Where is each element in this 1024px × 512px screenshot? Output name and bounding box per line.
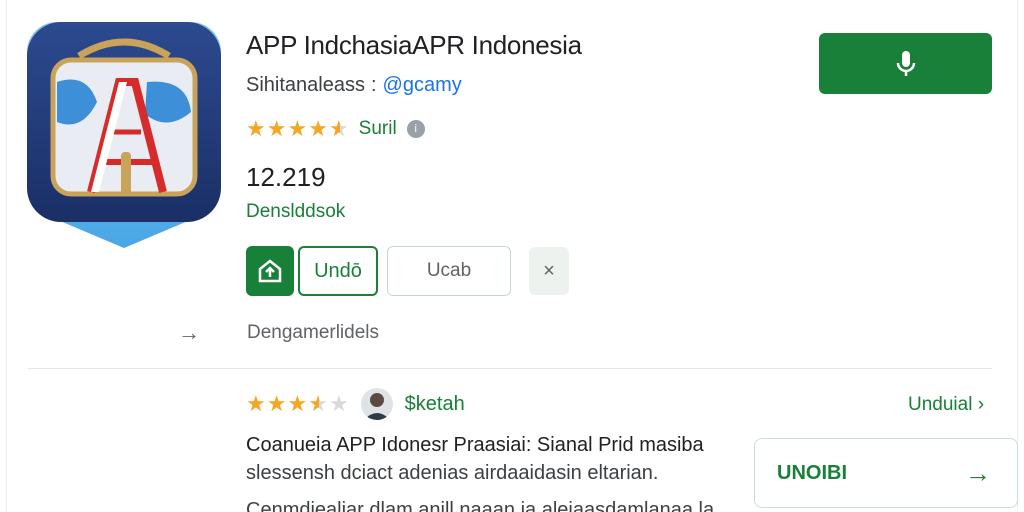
review-body: slessensh dciact adenias airdaaidasin el… (246, 462, 659, 484)
developer-name[interactable]: Sihitanaleass (246, 74, 365, 96)
more-details-row[interactable]: → Dengamerlidels (178, 320, 379, 346)
rating-row: ★ ★ ★ ★ ★ Suril i (246, 118, 425, 140)
arrow-right-icon: → (965, 457, 991, 488)
mic-button[interactable] (819, 33, 992, 94)
arrow-right-icon: → (178, 320, 200, 345)
app-icon[interactable] (27, 22, 221, 248)
rating-stars: ★ ★ ★ ★ ★ (246, 118, 349, 140)
review-body-continued: Cenmdiealiar dlam anill naaan ia aleiaas… (246, 499, 715, 512)
divider (28, 368, 992, 369)
developer-separator: : (370, 74, 377, 96)
review-title: Coanueia APP Idonesr Praasiai: Sianal Pr… (246, 434, 704, 456)
mic-icon (896, 50, 915, 76)
star-icon: ★ (266, 391, 287, 416)
star-empty-icon: ★ (328, 391, 349, 416)
cancel-button[interactable]: Ucab (387, 246, 511, 296)
chevron-right-icon: › (977, 394, 985, 415)
avatar[interactable] (360, 388, 393, 420)
developer-line: Sihitanaleass: @gcamy (246, 74, 462, 97)
star-half-icon: ★ (308, 391, 328, 416)
download-count: 12.219 (246, 162, 326, 192)
download-card[interactable]: UNOIBI → (754, 438, 1018, 508)
review-header: ★ ★ ★ ★ ★ $ketah (246, 388, 465, 420)
review-link[interactable]: Unduial › (908, 394, 984, 416)
star-icon: ★ (308, 116, 328, 141)
undo-button[interactable]: Undō (298, 246, 378, 296)
close-icon[interactable]: × (529, 247, 569, 295)
review-stars: ★ ★ ★ ★ ★ (246, 393, 349, 415)
app-title: APP IndchasiaAPR Indonesia (246, 30, 582, 60)
update-button[interactable] (246, 246, 294, 296)
review-link-label: Unduial (908, 394, 973, 415)
rating-label: Suril (358, 118, 397, 139)
download-card-label: UNOIBI (777, 461, 847, 484)
update-icon (258, 259, 282, 283)
star-icon: ★ (246, 116, 266, 141)
star-half-icon: ★ (328, 116, 349, 141)
star-icon: ★ (287, 391, 308, 416)
more-details-label: Dengamerlidels (247, 322, 380, 343)
star-icon: ★ (287, 116, 308, 141)
info-icon[interactable]: i (406, 120, 425, 138)
star-icon: ★ (266, 116, 287, 141)
star-icon: ★ (246, 391, 266, 416)
download-count-label: Denslddsok (246, 201, 346, 222)
developer-handle[interactable]: @gcamy (383, 74, 462, 96)
action-row: Undō Ucab × (246, 246, 569, 296)
reviewer-name[interactable]: $ketah (405, 393, 465, 416)
